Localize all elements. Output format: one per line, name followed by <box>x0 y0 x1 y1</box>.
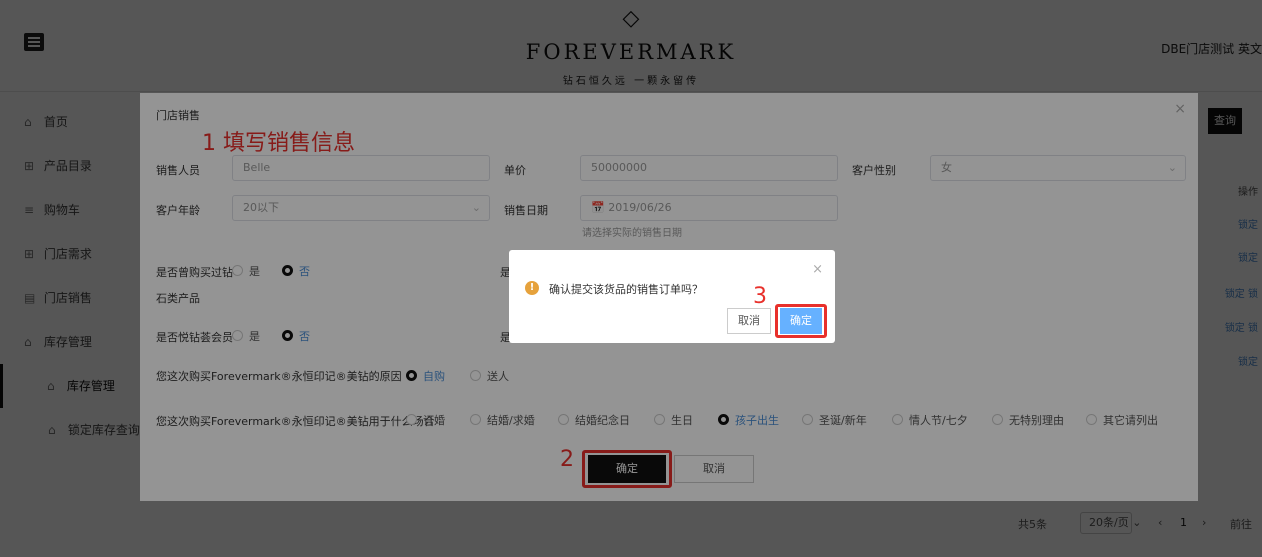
close-icon[interactable]: × <box>812 262 823 277</box>
confirm-message: 确认提交该货品的销售订单吗？ <box>549 283 703 296</box>
confirm-cancel-button[interactable]: 取消 <box>727 308 771 334</box>
annotation-step-3: 3 <box>753 284 767 309</box>
confirm-ok-button[interactable]: 确定 <box>780 308 822 334</box>
warning-icon: ! <box>525 281 539 295</box>
confirm-dialog: ! 确认提交该货品的销售订单吗？ × 3 取消 确定 <box>509 250 835 343</box>
